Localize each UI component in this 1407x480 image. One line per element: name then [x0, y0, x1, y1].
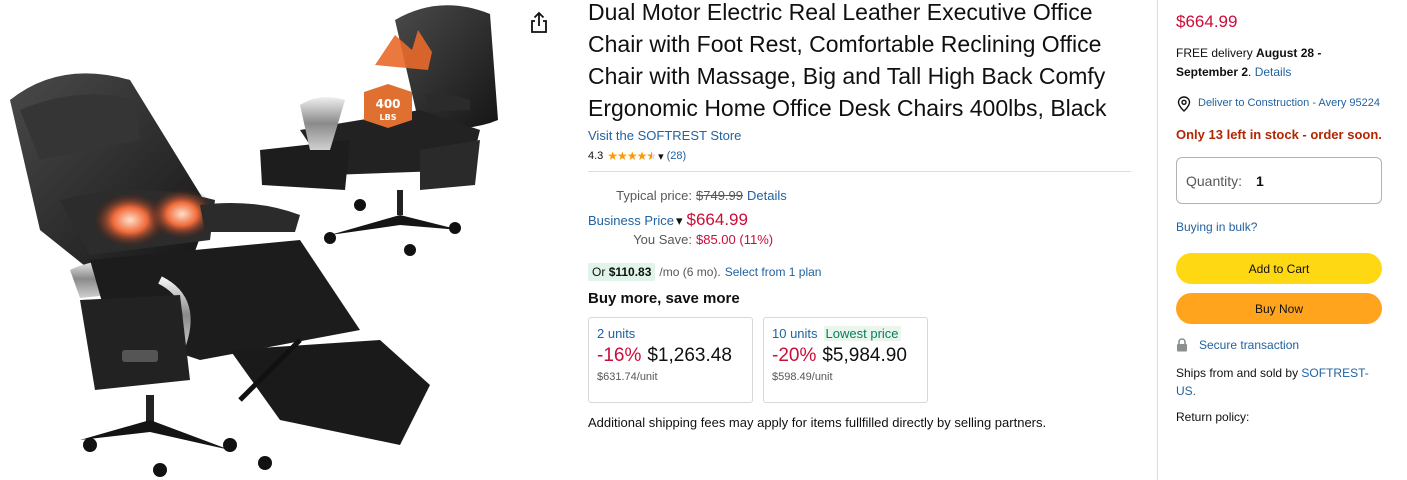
capacity-badge-line2: LBS — [380, 113, 397, 122]
shipping-note: Additional shipping fees may apply for i… — [588, 415, 1047, 430]
delivery-info: FREE delivery August 28 - September 2. D… — [1176, 46, 1322, 79]
tier-unit-price: $631.74/unit — [597, 371, 658, 383]
bulk-tiers: 2 units -16% $1,263.48 $631.74/unit 10 u… — [588, 317, 1133, 403]
chevron-down-icon[interactable]: ▾ — [658, 150, 664, 163]
delivery-prefix: FREE delivery — [1176, 46, 1253, 60]
buybox-divider — [1157, 0, 1158, 480]
typical-price-details-link[interactable]: Details — [747, 188, 787, 203]
buy-now-button[interactable]: Buy Now — [1176, 293, 1382, 324]
tier-price: $1,263.48 — [647, 345, 732, 366]
bulk-heading: Buy more, save more — [588, 290, 740, 307]
business-price-row: Business Price ▾ $664.99 — [588, 210, 1133, 232]
select-plan-link[interactable]: Select from 1 plan — [725, 265, 822, 279]
product-title: Dual Motor Electric Real Leather Executi… — [588, 0, 1107, 121]
tier-discount: -20% — [772, 345, 817, 366]
savings-value: $85.00 (11%) — [696, 232, 774, 247]
quantity-select[interactable]: Quantity: 1 — [1176, 157, 1382, 204]
typical-price-value: $749.99 — [696, 188, 743, 203]
delivery-details-link[interactable]: Details — [1255, 65, 1292, 79]
bulk-tier-card[interactable]: 10 units Lowest price -20% $5,984.90 $598… — [763, 317, 928, 403]
quantity-value: 1 — [1256, 172, 1264, 189]
secure-transaction[interactable]: Secure transaction — [1176, 338, 1383, 352]
product-image-art: 400 LBS — [10, 5, 498, 477]
buy-box: $664.99 FREE delivery August 28 - Septem… — [1176, 0, 1383, 424]
ships-from-label: Ships from and sold by — [1176, 366, 1299, 380]
tier-unit-price: $598.49/unit — [772, 371, 833, 383]
product-details: Dual Motor Electric Real Leather Executi… — [588, 0, 1133, 430]
share-button[interactable] — [526, 10, 552, 36]
monthly-amount: $110.83 — [608, 265, 652, 279]
location-pin-icon — [1177, 96, 1191, 112]
lowest-price-badge: Lowest price — [823, 326, 901, 341]
tier-units: 2 units — [597, 326, 636, 341]
savings-label: You Save: — [633, 232, 692, 247]
buybox-price: $664.99 — [1176, 12, 1238, 31]
monthly-prefix: Or — [592, 265, 606, 279]
section-divider — [588, 171, 1131, 172]
monthly-payment-badge: Or $110.83 — [588, 263, 656, 281]
typical-price-label: Typical price: — [616, 188, 692, 203]
rating-value: 4.3 — [588, 150, 604, 162]
capacity-badge-line1: 400 — [375, 97, 400, 111]
chevron-down-icon: ▾ — [675, 213, 683, 228]
tier-price: $5,984.90 — [822, 345, 907, 366]
business-price-dropdown[interactable]: Business Price ▾ — [588, 213, 683, 229]
ships-from: Ships from and sold by SOFTREST-US. — [1176, 364, 1383, 400]
capacity-badge: 400 LBS — [364, 84, 412, 128]
quantity-label: Quantity: — [1186, 172, 1243, 189]
star-rating-icon[interactable]: ★★★★★ ★ — [607, 149, 657, 163]
stock-warning: Only 13 left in stock - order soon. — [1176, 127, 1382, 142]
typical-price-row: Typical price: $749.99 Details — [588, 188, 1133, 210]
lock-icon — [1177, 338, 1187, 352]
return-policy: Return policy: — [1176, 410, 1250, 424]
tier-units: 10 units — [772, 326, 818, 341]
monthly-payment: Or $110.83 /mo (6 mo). Select from 1 pla… — [588, 262, 1133, 282]
location-text: Deliver to Construction - Avery 95224 — [1198, 97, 1380, 109]
share-icon — [531, 11, 547, 33]
business-price-value: $664.99 — [686, 210, 748, 229]
rating-count-link[interactable]: (28) — [667, 150, 687, 162]
price-table: Typical price: $749.99 Details Business … — [588, 188, 1133, 254]
bulk-tier-card[interactable]: 2 units -16% $1,263.48 $631.74/unit — [588, 317, 753, 403]
buying-in-bulk-link[interactable]: Buying in bulk? — [1176, 220, 1383, 234]
business-price-label: Business Price — [588, 213, 674, 228]
savings-row: You Save: $85.00 (11%) — [588, 232, 1133, 254]
secure-transaction-label: Secure transaction — [1199, 338, 1300, 352]
rating-row[interactable]: 4.3 ★★★★★ ★ ▾ (28) — [588, 149, 1133, 163]
store-link[interactable]: Visit the SOFTREST Store — [588, 128, 1133, 143]
product-image[interactable]: 400 LBS — [0, 0, 520, 480]
monthly-term: /mo (6 mo). — [659, 265, 721, 279]
deliver-to-location[interactable]: Deliver to Construction - Avery 95224 — [1176, 94, 1383, 112]
tier-discount: -16% — [597, 345, 642, 366]
add-to-cart-button[interactable]: Add to Cart — [1176, 253, 1382, 284]
